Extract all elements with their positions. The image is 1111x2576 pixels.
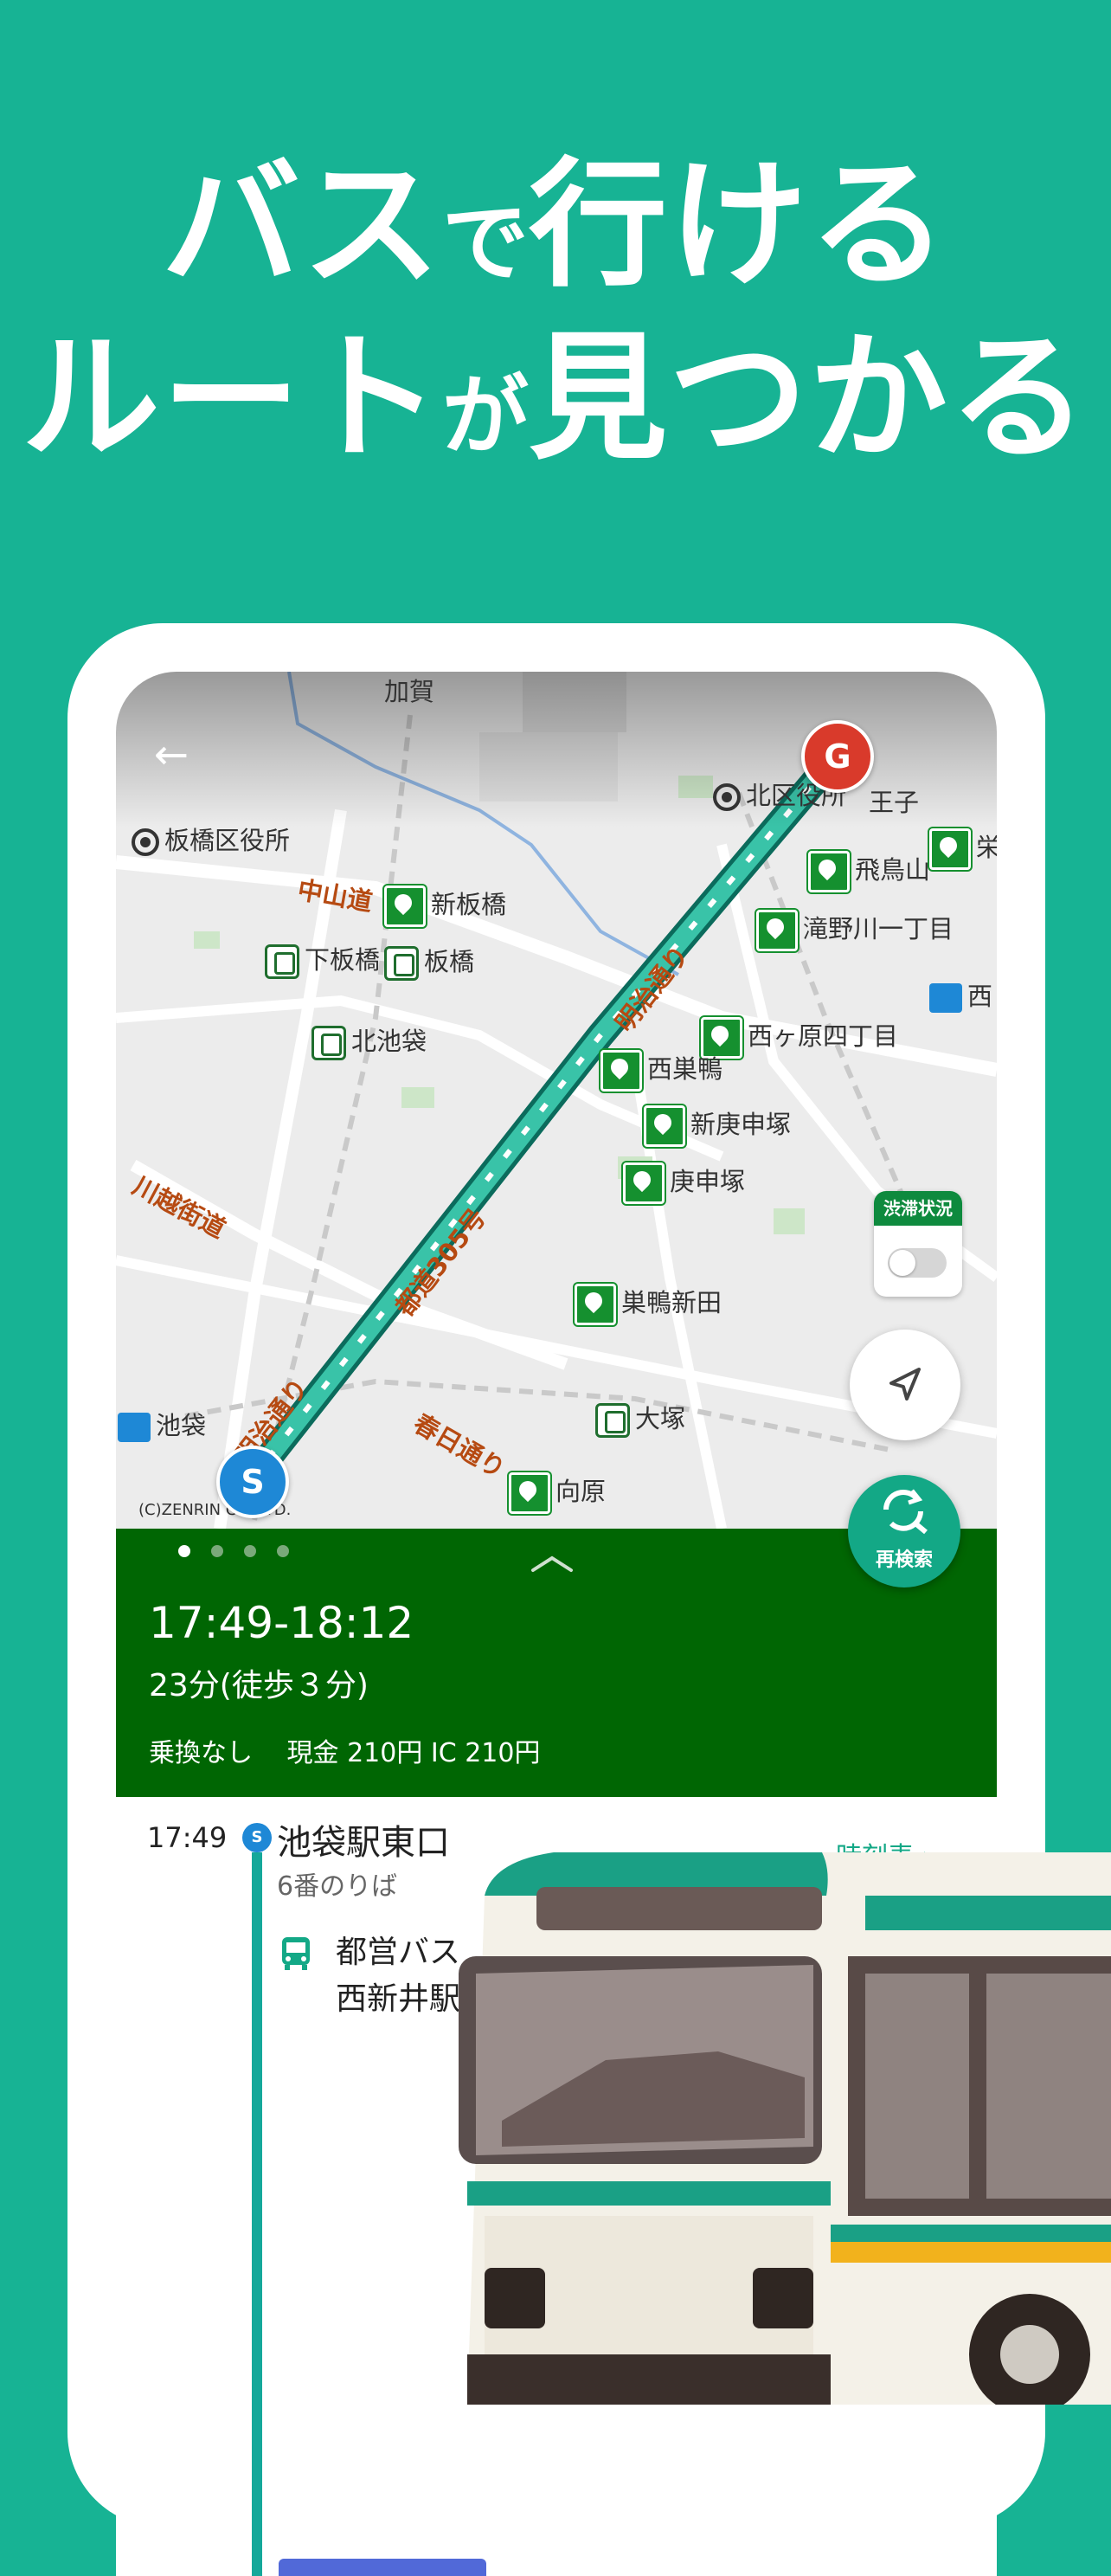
platform: 6番のりば bbox=[277, 1871, 398, 1902]
headline-line-1: バスで行ける bbox=[0, 156, 1111, 294]
headline: バスで行ける ルートが見つかる bbox=[0, 156, 1111, 467]
government-office-icon bbox=[713, 783, 741, 811]
headline-text: で bbox=[442, 192, 529, 293]
refresh-search-icon bbox=[883, 1489, 928, 1535]
route-map[interactable]: ← 加賀 板橋区役所 北区役所 王子 中山道 新板橋 下板橋 板橋 北池袋 川越… bbox=[116, 672, 997, 1530]
map-label: 板橋 bbox=[384, 942, 474, 981]
bus-stop-icon bbox=[600, 1050, 642, 1092]
fare-info: 乗換なし 現金 210円 IC 210円 bbox=[149, 1738, 541, 1768]
map-label: 飛鳥山 bbox=[808, 850, 930, 892]
map-label-text: 下板橋 bbox=[305, 945, 381, 975]
map-label: 王子 bbox=[869, 788, 920, 817]
bus-stop-icon bbox=[808, 851, 850, 892]
map-label: 新庚申塚 bbox=[644, 1104, 791, 1147]
page-dot bbox=[277, 1545, 289, 1557]
page-dot bbox=[244, 1545, 256, 1557]
metro-icon bbox=[929, 983, 962, 1013]
map-label-text: 西巣鴨 bbox=[647, 1054, 723, 1084]
map-label: 栄 bbox=[929, 828, 997, 870]
duration: 23分(徒歩３分) bbox=[149, 1668, 369, 1703]
map-label: 下板橋 bbox=[265, 940, 380, 979]
research-button[interactable]: 再検索 bbox=[848, 1475, 960, 1587]
map-label: 滝野川一丁目 bbox=[756, 909, 954, 951]
bus-stop-icon bbox=[509, 1472, 550, 1514]
map-label-text: 北池袋 bbox=[351, 1027, 427, 1056]
map-label: 大塚 bbox=[595, 1399, 685, 1438]
traffic-toggle-panel[interactable]: 渋滞状況 bbox=[874, 1191, 962, 1297]
map-label-text: 大塚 bbox=[635, 1404, 686, 1433]
goal-pin[interactable]: G bbox=[801, 720, 874, 793]
route-badge bbox=[279, 2559, 486, 2576]
metro-icon bbox=[118, 1413, 151, 1442]
bus-stop-icon bbox=[575, 1284, 616, 1325]
time-range: 17:49-18:12 bbox=[149, 1598, 414, 1648]
bus-stop-icon bbox=[623, 1162, 665, 1204]
bus-icon bbox=[282, 1937, 310, 1970]
back-arrow-icon[interactable]: ← bbox=[145, 729, 197, 781]
map-label-text: 巣鴨新田 bbox=[621, 1288, 722, 1317]
map-label: 庚申塚 bbox=[623, 1162, 745, 1204]
page-indicator bbox=[178, 1544, 310, 1561]
start-stop-marker: S bbox=[242, 1823, 272, 1852]
train-station-icon bbox=[384, 946, 419, 981]
map-label-text: 板橋 bbox=[424, 947, 475, 976]
chevron-up-icon[interactable] bbox=[528, 1551, 576, 1577]
stop-name[interactable]: 池袋駅東口 bbox=[277, 1814, 450, 1864]
toggle-knob bbox=[889, 1250, 915, 1276]
departure-time: 17:49 bbox=[147, 1821, 228, 1854]
bus-stop-icon bbox=[929, 828, 971, 870]
traffic-toggle[interactable] bbox=[888, 1248, 947, 1278]
map-label-text: 池袋 bbox=[156, 1411, 207, 1440]
train-station-icon bbox=[311, 1026, 346, 1060]
map-label: 西ヶ原四丁目 bbox=[701, 1016, 898, 1059]
map-label-text: 板橋区役所 bbox=[164, 826, 291, 855]
current-location-button[interactable] bbox=[850, 1330, 960, 1440]
map-label: 巣鴨新田 bbox=[575, 1283, 722, 1325]
start-pin[interactable]: S bbox=[216, 1446, 289, 1518]
page-dot bbox=[211, 1545, 223, 1557]
map-label: 新板橋 bbox=[384, 885, 506, 927]
bus-stop-icon bbox=[384, 886, 426, 927]
map-label: 池袋 bbox=[118, 1406, 206, 1442]
map-label-text: 滝野川一丁目 bbox=[803, 914, 954, 943]
map-label-text: 新庚申塚 bbox=[690, 1110, 792, 1139]
headline-line-2: ルートが見つかる bbox=[0, 329, 1111, 467]
map-label: 板橋区役所 bbox=[132, 821, 290, 857]
map-label: 西 bbox=[929, 976, 992, 1013]
map-label: 西巣鴨 bbox=[600, 1049, 722, 1092]
bus-stop-icon bbox=[644, 1105, 685, 1147]
traffic-title: 渋滞状況 bbox=[874, 1191, 962, 1226]
map-label-text: 栄 bbox=[976, 833, 997, 862]
bus-stop-icon bbox=[756, 910, 798, 951]
map-label-text: 飛鳥山 bbox=[855, 855, 931, 885]
map-label: 向原 bbox=[509, 1472, 606, 1514]
map-label-text: 新板橋 bbox=[431, 890, 507, 919]
map-label-text: 西 bbox=[967, 982, 993, 1011]
page-dot bbox=[178, 1545, 190, 1557]
route-line bbox=[252, 1852, 262, 2576]
map-label: 北池袋 bbox=[311, 1021, 427, 1060]
headline-text: が bbox=[442, 365, 529, 467]
headline-text: ルート bbox=[21, 317, 442, 479]
bus-illustration bbox=[459, 1852, 1111, 2405]
train-station-icon bbox=[595, 1403, 630, 1438]
map-label-text: 向原 bbox=[556, 1477, 607, 1506]
map-label-text: 庚申塚 bbox=[670, 1167, 746, 1196]
government-office-icon bbox=[132, 828, 159, 856]
map-label-text: 西ヶ原四丁目 bbox=[748, 1021, 899, 1051]
research-label: 再検索 bbox=[875, 1549, 933, 1571]
map-label: 加賀 bbox=[384, 677, 435, 706]
navigation-arrow-icon bbox=[889, 1368, 921, 1401]
headline-text: バス bbox=[161, 144, 442, 306]
headline-text: 行ける bbox=[529, 144, 950, 306]
headline-text: 見つかる bbox=[529, 317, 1090, 479]
train-station-icon bbox=[265, 944, 299, 979]
